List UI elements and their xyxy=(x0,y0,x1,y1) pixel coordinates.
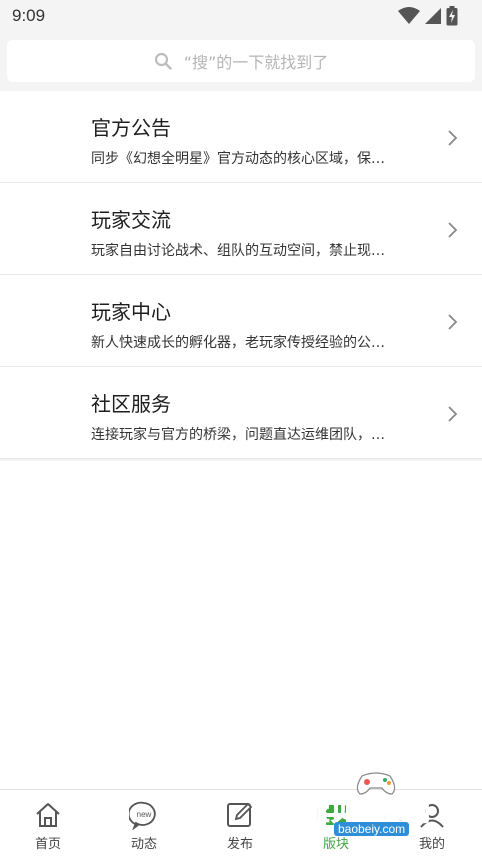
item-title: 玩家交流 xyxy=(91,208,171,232)
item-description: 新人快速成长的孵化器，老玩家传授经验的公… xyxy=(91,335,385,351)
edit-icon xyxy=(227,802,253,827)
item-title: 官方公告 xyxy=(91,116,171,140)
wifi-icon xyxy=(398,7,420,24)
list-item-community-service[interactable]: 社区服务 连接玩家与官方的桥梁，问题直达运维团队，… xyxy=(0,367,482,459)
item-title: 社区服务 xyxy=(91,392,171,416)
tab-label: 动态 xyxy=(130,837,157,852)
status-icons xyxy=(398,6,458,26)
list-item-announcements[interactable]: 官方公告 同步《幻想全明星》官方动态的核心区域，保… xyxy=(0,91,482,183)
chevron-right-icon xyxy=(448,314,458,330)
status-time: 9:09 xyxy=(12,6,46,25)
chevron-right-icon xyxy=(448,406,458,422)
item-description: 连接玩家与官方的桥梁，问题直达运维团队，… xyxy=(91,427,385,443)
search-bar: “搜”的一下就找到了 xyxy=(0,32,482,90)
tab-label: 发布 xyxy=(226,837,253,852)
watermark-domain: baobeiy.com xyxy=(334,822,410,836)
item-description: 玩家自由讨论战术、组队的互动空间，禁止现… xyxy=(91,243,385,259)
status-bar: 9:09 xyxy=(0,0,482,32)
search-input[interactable]: “搜”的一下就找到了 xyxy=(7,40,475,82)
board-list: 官方公告 同步《幻想全明星》官方动态的核心区域，保… 玩家交流 玩家自由讨论战术… xyxy=(0,91,482,459)
tab-feed[interactable]: new 动态 xyxy=(96,790,192,857)
chevron-right-icon xyxy=(448,222,458,238)
list-item-player-discussion[interactable]: 玩家交流 玩家自由讨论战术、组队的互动空间，禁止现… xyxy=(0,183,482,275)
signal-icon xyxy=(425,8,441,24)
item-description: 同步《幻想全明星》官方动态的核心区域，保… xyxy=(91,151,385,167)
item-title: 玩家中心 xyxy=(91,300,171,324)
battery-charging-icon xyxy=(446,6,458,26)
home-icon xyxy=(36,803,60,827)
tab-label: 首页 xyxy=(34,837,61,852)
chevron-right-icon xyxy=(448,130,458,146)
new-bubble-icon: new xyxy=(129,801,156,830)
tab-home[interactable]: 首页 xyxy=(0,790,96,857)
new-badge-text: new xyxy=(137,810,152,819)
tab-publish[interactable]: 发布 xyxy=(192,790,288,857)
empty-content-area xyxy=(0,461,482,789)
search-placeholder: “搜”的一下就找到了 xyxy=(183,53,329,72)
list-item-player-center[interactable]: 玩家中心 新人快速成长的孵化器，老玩家传授经验的公… xyxy=(0,275,482,367)
search-icon xyxy=(154,52,172,70)
site-watermark: 宝贝游戏网 baobeiy.com xyxy=(300,770,460,840)
